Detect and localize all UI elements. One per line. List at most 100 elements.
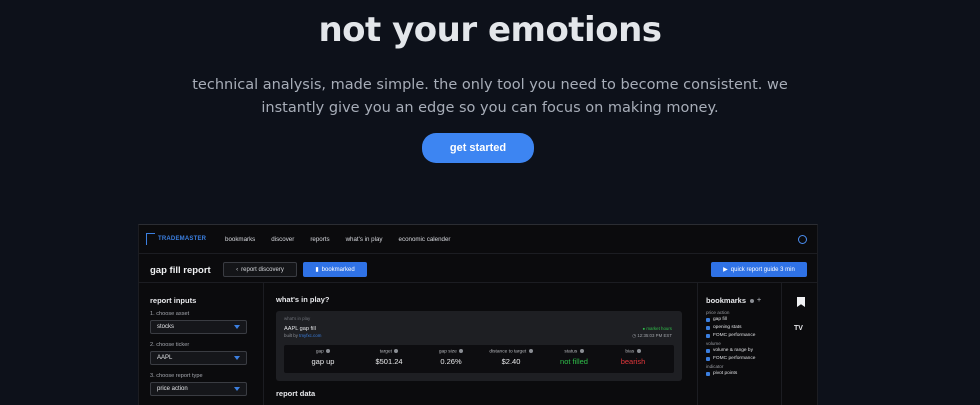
info-icon [459,349,464,353]
play-card[interactable]: what's in play AAPL gap fill built by tm… [276,311,682,381]
nav-bookmarks[interactable]: bookmarks [225,236,255,243]
nav-reports[interactable]: reports [310,236,329,243]
stat-value: gap up [311,357,335,367]
brand-name: TRADEMASTER [158,236,207,242]
stat-label: status [564,349,578,355]
stat-distance: distance to target $2.40 [476,349,546,366]
bookmarked-label: bookmarked [321,266,355,273]
market-status: ● market hours [642,326,673,331]
hero-subtitle: technical analysis, made simple. the onl… [192,77,788,116]
asset-select[interactable]: stocks [150,320,247,334]
stat-label: bias [625,349,635,355]
bookmarks-heading: bookmarks + [706,296,772,305]
bookmark-item[interactable]: gap fill [706,317,772,322]
built-by: built by tmyfxc.com [284,333,321,338]
icon-rail: TV [781,283,817,405]
quick-guide-label: quick report guide 3 min [730,266,795,273]
info-icon [636,349,641,353]
bookmark-icon: ▮ [315,267,319,273]
nav-economic-calendar[interactable]: economic calender [399,236,451,243]
report-type-select[interactable]: price action [150,382,247,396]
timestamp: ◷ 12:35:03 PM EST [632,333,672,338]
info-icon [394,349,399,353]
info-icon [326,349,331,353]
chevron-left-icon: ‹ [236,266,239,273]
user-icon[interactable] [798,235,807,244]
app-preview: TRADEMASTER bookmarks discover reports w… [138,224,818,405]
stat-target: target $501.24 [354,349,424,366]
quick-guide-button[interactable]: ▶ quick report guide 3 min [711,262,807,277]
bookmark-item[interactable]: FOMC performance [706,333,772,338]
info-icon [579,349,584,353]
bookmarks-panel: bookmarks + price action gap fill openin… [697,283,780,405]
stat-gap: gap gap up [288,349,358,366]
bookmark-item[interactable]: pivot points [706,371,772,376]
asset-value: stocks [157,324,175,330]
whats-in-play-heading: what's in play? [276,295,330,304]
hero-title: not your emotions [318,10,662,50]
stat-bias: bias bearish [598,349,668,366]
card-tag: what's in play [284,316,311,321]
stat-label: gap size [438,349,457,355]
stat-label: target [379,349,392,355]
built-by-link[interactable]: tmyfxc.com [299,333,321,338]
info-icon [528,349,533,353]
built-by-prefix: built by [284,333,298,338]
bookmark-section: volume [706,341,721,346]
ticker-value: AAPL [157,355,173,361]
report-inputs-heading: report inputs [150,296,197,305]
bookmark-item-label: opening stats [713,325,742,330]
bookmark-square-icon [706,317,710,322]
bookmark-square-icon [706,356,710,361]
stat-value: bearish [620,357,646,367]
bookmark-square-icon [706,325,710,330]
play-icon: ▶ [723,267,728,273]
bookmark-square-icon [706,371,710,376]
brand-logo[interactable]: TRADEMASTER [146,233,206,245]
bookmark-item-label: pivot points [713,371,738,376]
add-icon[interactable]: + [757,297,761,304]
ticker-label: 2. choose ticker [150,342,190,348]
get-started-button[interactable]: get started [422,133,534,163]
report-name: AAPL gap fill [284,326,316,332]
bookmarks-title: bookmarks [706,296,747,305]
stat-value: $501.24 [375,357,403,367]
bookmark-icon[interactable] [797,297,805,307]
report-data-heading: report data [276,389,316,398]
info-icon [750,298,755,303]
bookmark-square-icon [706,333,710,338]
caret-down-icon [234,387,240,391]
report-discovery-label: report discovery [241,266,284,273]
report-type-label: 3. choose report type [150,373,203,379]
stat-label: gap [315,349,324,355]
tradingview-icon[interactable]: TV [794,325,803,332]
report-discovery-button[interactable]: ‹ report discovery [223,262,297,277]
market-status-text: market hours [646,326,672,331]
report-inputs-panel: report inputs 1. choose asset stocks 2. … [139,283,264,405]
bookmark-item-label: volume & range by [713,348,753,353]
bookmark-section: indicator [706,364,724,369]
ticker-select[interactable]: AAPL [150,351,247,365]
caret-down-icon [234,356,240,360]
bookmark-item-label: FOMC performance [713,356,756,361]
bookmark-square-icon [706,348,710,353]
whats-in-play-panel: what's in play? what's in play AAPL gap … [265,283,695,405]
bookmark-item[interactable]: opening stats [706,325,772,330]
logo-icon [146,233,155,245]
nav-discover[interactable]: discover [271,236,294,243]
bookmark-item-label: gap fill [713,317,727,322]
asset-label: 1. choose asset [150,311,190,317]
stat-value: $2.40 [501,357,521,367]
bookmark-item[interactable]: volume & range by [706,348,772,353]
report-type-value: price action [157,386,188,392]
stat-label: distance to target [489,349,527,355]
caret-down-icon [234,325,240,329]
nav-whats-in-play[interactable]: what's in play [346,236,383,243]
top-nav: TRADEMASTER bookmarks discover reports w… [139,225,817,253]
page-title: gap fill report [150,265,211,276]
bookmarked-button[interactable]: ▮ bookmarked [303,262,367,277]
timestamp-text: 12:35:03 PM EST [637,333,672,338]
report-header: gap fill report ‹ report discovery ▮ boo… [139,253,817,283]
bookmark-item-label: FOMC performance [713,333,756,338]
bookmark-item[interactable]: FOMC performance [706,356,772,361]
